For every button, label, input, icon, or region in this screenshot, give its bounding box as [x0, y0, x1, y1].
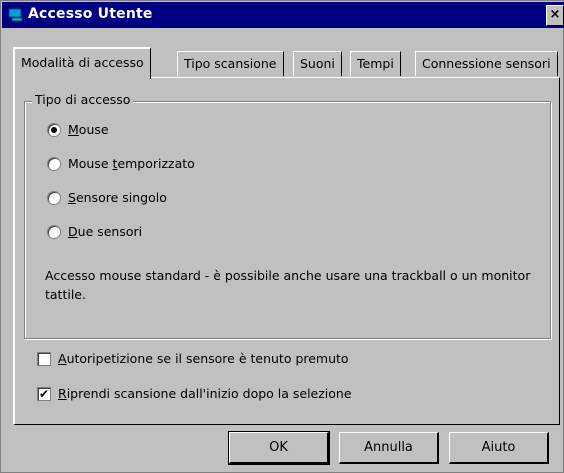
radio-button[interactable]: [47, 225, 61, 239]
radio-selected-dot: [51, 127, 57, 133]
title-bar[interactable]: Accesso Utente ×: [2, 2, 564, 28]
checkbox-label: Autoripetizione se il sensore è tenuto p…: [58, 351, 349, 366]
dialog-window: Accesso Utente × Modalità di accesso Tip…: [0, 0, 564, 473]
radio-label: Sensore singolo: [68, 190, 167, 205]
radio-button[interactable]: [47, 123, 61, 137]
tab-label: Suoni: [300, 56, 335, 71]
radio-button[interactable]: [47, 157, 61, 171]
cancel-button[interactable]: Annulla: [339, 432, 439, 464]
window-title: Accesso Utente: [28, 6, 153, 22]
ok-button[interactable]: OK: [228, 431, 330, 465]
app-icon: [8, 8, 23, 22]
tab-tempi[interactable]: Tempi: [350, 51, 401, 76]
checkbox-label: Riprendi scansione dall'inizio dopo la s…: [58, 386, 352, 401]
checkmark-icon: ✔: [38, 387, 50, 401]
access-description: Accesso mouse standard - è possibile anc…: [45, 268, 531, 302]
tab-suoni[interactable]: Suoni: [293, 51, 342, 76]
radio-label: Mouse temporizzato: [68, 156, 195, 171]
tab-label: Tipo scansione: [184, 56, 277, 71]
tab-tipo-scansione[interactable]: Tipo scansione: [177, 51, 284, 76]
group-legend: Tipo di accesso: [32, 92, 134, 107]
tab-modalita-accesso[interactable]: Modalità di accesso: [13, 47, 151, 79]
close-button[interactable]: ×: [546, 5, 564, 26]
radio-button[interactable]: [47, 191, 61, 205]
radio-label: Due sensori: [68, 224, 143, 239]
tab-label: Modalità di accesso: [21, 55, 144, 70]
tab-label: Connessione sensori: [422, 56, 551, 71]
radio-label: Mouse: [68, 122, 109, 137]
checkbox[interactable]: [37, 352, 51, 366]
tab-label: Tempi: [357, 56, 394, 71]
close-icon: ×: [549, 7, 561, 22]
checkbox[interactable]: ✔: [37, 387, 51, 401]
tab-connessione-sensori[interactable]: Connessione sensori: [415, 51, 558, 76]
help-button[interactable]: Aiuto: [449, 432, 549, 464]
